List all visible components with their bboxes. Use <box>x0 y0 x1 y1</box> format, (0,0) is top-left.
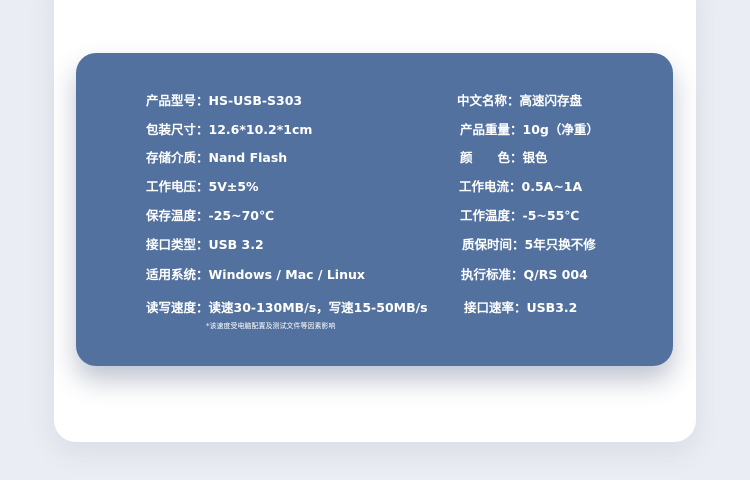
spec-value: 12.6*10.2*1cm <box>208 122 313 137</box>
spec-row-standard: 执行标准：Q/RS 004 <box>461 266 588 284</box>
spec-row-interface-rate: 接口速率：USB3.2 <box>464 299 577 317</box>
spec-label: 工作温度： <box>460 208 523 223</box>
spec-value: 0.5A~1A <box>521 179 583 194</box>
spec-label: 包装尺寸： <box>146 122 209 137</box>
spec-label: 读写速度： <box>146 300 209 315</box>
spec-value: 银色 <box>522 150 548 165</box>
speed-footnote: *该速度受电脑配置及测试文件等因素影响 <box>206 322 336 330</box>
spec-value: Q/RS 004 <box>523 267 588 282</box>
spec-row-weight: 产品重量：10g（净重） <box>460 121 599 139</box>
spec-row-voltage: 工作电压：5V±5% <box>146 178 259 196</box>
spec-label: 产品重量： <box>460 122 523 137</box>
spec-label: 存储介质： <box>146 150 209 165</box>
spec-value: 读速30-130MB/s，写速15-50MB/s <box>208 300 428 315</box>
spec-row-storage-temp: 保存温度：-25~70℃ <box>146 207 274 225</box>
spec-label: 工作电压： <box>146 179 209 194</box>
spec-value: -25~70℃ <box>208 208 275 223</box>
spec-value: 10g（净重） <box>522 122 599 137</box>
spec-panel: 产品型号：HS-USB-S303 包装尺寸：12.6*10.2*1cm 存储介质… <box>76 53 673 366</box>
spec-row-package-size: 包装尺寸：12.6*10.2*1cm <box>146 121 312 139</box>
spec-label: 产品型号： <box>146 93 209 108</box>
spec-row-storage-medium: 存储介质：Nand Flash <box>146 149 287 167</box>
spec-value: -5~55℃ <box>522 208 580 223</box>
spec-label: 质保时间： <box>462 237 525 252</box>
spec-row-color: 颜 色：银色 <box>460 149 548 167</box>
spec-row-warranty: 质保时间：5年只换不修 <box>462 236 596 254</box>
spec-label: 颜 色： <box>460 150 523 165</box>
spec-label: 工作电流： <box>459 179 522 194</box>
spec-label: 中文名称： <box>457 93 520 108</box>
spec-value: Windows / Mac / Linux <box>208 267 365 282</box>
spec-value: Nand Flash <box>208 150 288 165</box>
spec-label: 接口速率： <box>464 300 527 315</box>
spec-row-interface-type: 接口类型：USB 3.2 <box>146 236 264 254</box>
spec-value: 高速闪存盘 <box>519 93 583 108</box>
spec-row-rw-speed: 读写速度：读速30-130MB/s，写速15-50MB/s <box>146 299 428 317</box>
spec-label: 执行标准： <box>461 267 524 282</box>
spec-value: 5V±5% <box>208 179 259 194</box>
spec-row-os: 适用系统：Windows / Mac / Linux <box>146 266 365 284</box>
spec-row-current: 工作电流：0.5A~1A <box>459 178 582 196</box>
spec-label: 适用系统： <box>146 267 209 282</box>
spec-label: 接口类型： <box>146 237 209 252</box>
spec-value: USB3.2 <box>526 300 578 315</box>
spec-value: HS-USB-S303 <box>208 93 303 108</box>
spec-value: 5年只换不修 <box>524 237 596 252</box>
spec-value: USB 3.2 <box>208 237 264 252</box>
spec-label: 保存温度： <box>146 208 209 223</box>
spec-row-cn-name: 中文名称：高速闪存盘 <box>457 92 582 110</box>
spec-row-model: 产品型号：HS-USB-S303 <box>146 92 302 110</box>
spec-row-work-temp: 工作温度：-5~55℃ <box>460 207 579 225</box>
